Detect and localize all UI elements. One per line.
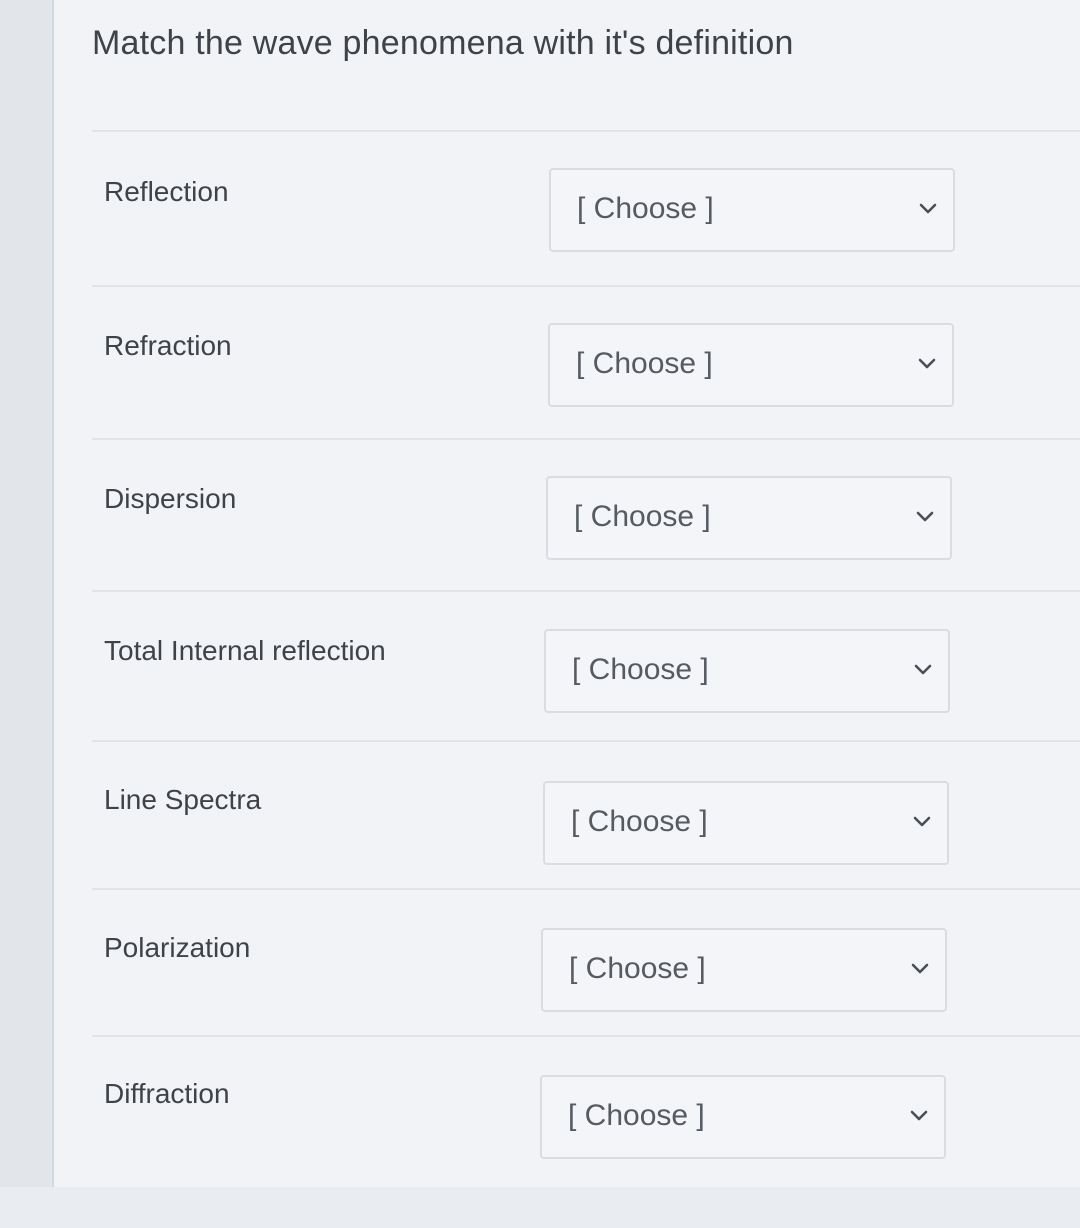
match-row-total-internal-reflection: Total Internal reflection [ Choose ]	[0, 629, 1080, 785]
divider	[92, 888, 1080, 890]
chevron-down-icon	[914, 664, 932, 675]
dropdown-value: [ Choose ]	[571, 805, 708, 838]
prompt-label: Polarization	[104, 932, 251, 963]
chevron-down-icon	[911, 963, 929, 974]
answer-dropdown[interactable]: [ Choose ]	[546, 476, 952, 560]
chevron-down-icon	[919, 203, 937, 214]
answer-dropdown[interactable]: [ Choose ]	[549, 168, 955, 252]
prompt-label: Total Internal reflection	[104, 635, 386, 666]
chevron-down-icon	[910, 1110, 928, 1121]
prompt-label: Dispersion	[104, 483, 237, 514]
dropdown-value: [ Choose ]	[577, 192, 714, 225]
dropdown-value: [ Choose ]	[568, 1099, 705, 1132]
answer-dropdown[interactable]: [ Choose ]	[544, 629, 950, 713]
match-row-reflection: Reflection [ Choose ]	[0, 168, 1080, 326]
divider	[92, 130, 1080, 132]
answer-dropdown[interactable]: [ Choose ]	[543, 781, 949, 865]
match-row-refraction: Refraction [ Choose ]	[0, 323, 1080, 480]
dropdown-value: [ Choose ]	[574, 500, 711, 533]
chevron-down-icon	[918, 358, 936, 369]
divider	[92, 590, 1080, 592]
chevron-down-icon	[916, 511, 934, 522]
answer-dropdown[interactable]: [ Choose ]	[540, 1075, 946, 1159]
chevron-down-icon	[913, 816, 931, 827]
match-row-polarization: Polarization [ Choose ]	[0, 928, 1080, 1082]
prompt-label: Line Spectra	[104, 784, 262, 815]
answer-dropdown[interactable]: [ Choose ]	[541, 928, 947, 1012]
answer-dropdown[interactable]: [ Choose ]	[548, 323, 954, 407]
divider	[92, 1035, 1080, 1037]
prompt-label: Reflection	[104, 176, 229, 207]
dropdown-value: [ Choose ]	[572, 653, 709, 686]
divider	[92, 740, 1080, 742]
prompt-label: Diffraction	[104, 1078, 230, 1109]
match-row-line-spectra: Line Spectra [ Choose ]	[0, 781, 1080, 934]
match-row-dispersion: Dispersion [ Choose ]	[0, 476, 1080, 633]
prompt-label: Refraction	[104, 330, 232, 361]
divider	[92, 438, 1080, 440]
dropdown-value: [ Choose ]	[576, 347, 713, 380]
divider	[92, 285, 1080, 287]
match-row-diffraction: Diffraction [ Choose ]	[0, 1075, 1080, 1228]
question-title: Match the wave phenomena with it's defin…	[92, 24, 794, 62]
dropdown-value: [ Choose ]	[569, 952, 706, 985]
